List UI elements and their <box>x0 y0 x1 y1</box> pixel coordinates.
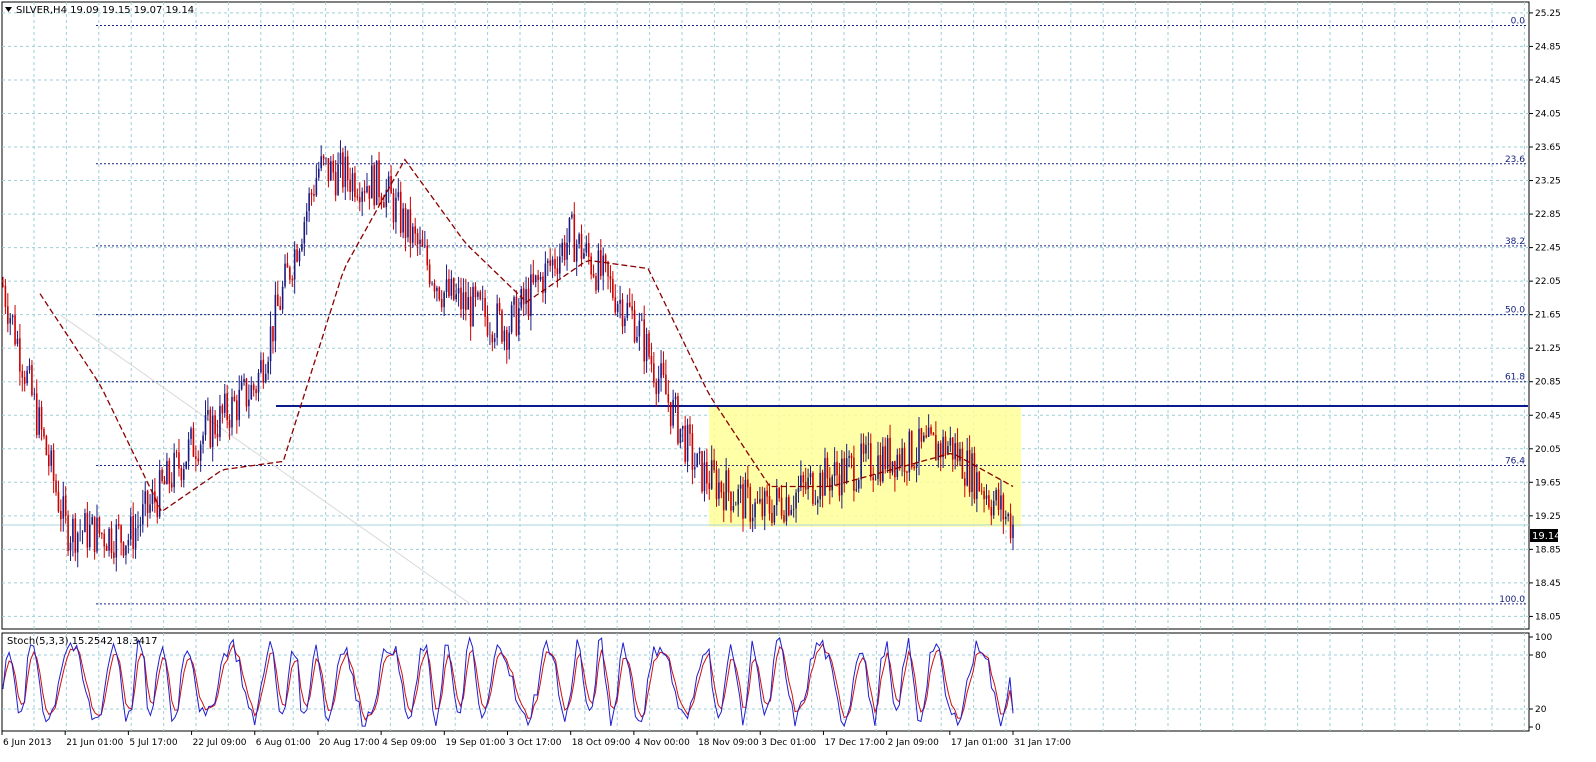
time-axis: 6 Jun 2013 21 Jun 01:00 5 Jul 17:00 22 Jul … <box>1 731 1071 748</box>
x-tick-label: 5 Jul 17:00 <box>129 738 178 748</box>
price-panel: 0.0 23.6 38.2 50.0 61.8 76.4 100.0 25.25 24.85 2… <box>1 1 1561 630</box>
x-tick-label: 18 Nov 09:00 <box>698 738 759 748</box>
x-tick-label: 17 Dec 17:00 <box>824 738 885 748</box>
stoch-tick-label: 100 <box>1535 633 1552 643</box>
fib-level-label: 23.6 <box>1505 155 1525 165</box>
fib-level-label: 76.4 <box>1505 457 1525 467</box>
stoch-tick-label: 0 <box>1535 723 1541 733</box>
fib-level-label: 61.8 <box>1505 373 1525 383</box>
x-tick-label: 21 Jun 01:00 <box>66 738 123 748</box>
x-tick-label: 22 Jul 09:00 <box>193 738 247 748</box>
x-tick-label: 3 Oct 17:00 <box>509 738 562 748</box>
stochastic-panel: 100 80 20 0 Stoch(5,3,3) 15.2542 18.3417 <box>1 632 1552 733</box>
y-tick-label: 23.65 <box>1535 143 1561 153</box>
y-tick-label: 21.65 <box>1535 311 1561 321</box>
fib-level-label: 100.0 <box>1499 595 1525 605</box>
x-tick-label: 31 Jan 17:00 <box>1014 738 1071 748</box>
y-tick-label: 18.05 <box>1535 612 1561 622</box>
y-tick-label: 22.85 <box>1535 210 1561 220</box>
x-tick-label: 20 Aug 17:00 <box>319 738 380 748</box>
x-tick-label: 4 Sep 09:00 <box>382 738 437 748</box>
x-tick-label: 6 Aug 01:00 <box>256 738 311 748</box>
y-tick-label: 22.45 <box>1535 244 1561 254</box>
x-tick-label: 17 Jan 01:00 <box>951 738 1008 748</box>
y-tick-label: 19.25 <box>1535 512 1561 522</box>
chart-canvas[interactable]: 0.0 23.6 38.2 50.0 61.8 76.4 100.0 25.25 24.85 2… <box>0 0 1596 762</box>
stochastic-axis: 100 80 20 0 <box>1529 633 1552 733</box>
x-tick-label: 18 Oct 09:00 <box>572 738 631 748</box>
y-tick-label: 20.05 <box>1535 445 1561 455</box>
y-tick-label: 24.45 <box>1535 76 1561 86</box>
stochastic-panel-frame <box>1 632 1530 732</box>
y-tick-label: 19.65 <box>1535 478 1561 488</box>
current-price-tag: 19.14 <box>1530 529 1561 542</box>
stochastic-label: Stoch(5,3,3) 15.2542 18.3417 <box>7 636 158 647</box>
y-tick-label: 20.85 <box>1535 378 1561 388</box>
y-tick-label: 23.25 <box>1535 177 1561 187</box>
stoch-tick-label: 20 <box>1535 705 1547 715</box>
fib-level-label: 0.0 <box>1511 16 1526 26</box>
x-tick-label: 2 Jan 09:00 <box>888 738 940 748</box>
fib-level-label: 38.2 <box>1505 237 1525 247</box>
y-tick-label: 24.85 <box>1535 42 1561 52</box>
y-tick-label: 18.45 <box>1535 579 1561 589</box>
y-tick-label: 18.85 <box>1535 545 1561 555</box>
x-tick-label: 4 Nov 00:00 <box>635 738 690 748</box>
x-tick-label: 6 Jun 2013 <box>3 738 51 748</box>
y-tick-label: 24.05 <box>1535 109 1561 119</box>
symbol-label: SILVER,H4 19.09 19.15 19.07 19.14 <box>16 5 194 16</box>
y-tick-label: 20.45 <box>1535 411 1561 421</box>
x-tick-label: 19 Sep 01:00 <box>445 738 505 748</box>
x-tick-label: 3 Dec 01:00 <box>761 738 816 748</box>
stoch-tick-label: 80 <box>1535 651 1547 661</box>
fib-level-label: 50.0 <box>1505 306 1525 316</box>
y-tick-label: 21.25 <box>1535 344 1561 354</box>
y-tick-label: 25.25 <box>1535 9 1561 19</box>
price-panel-frame <box>1 1 1530 630</box>
y-tick-label: 22.05 <box>1535 277 1561 287</box>
current-price-tag-text: 19.14 <box>1532 531 1561 542</box>
